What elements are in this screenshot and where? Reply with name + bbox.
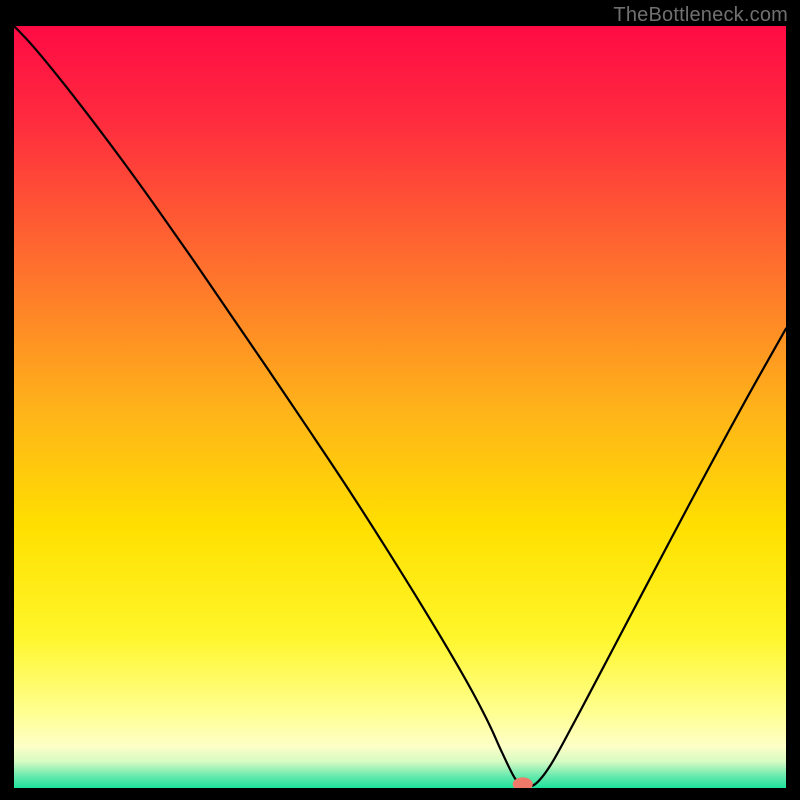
watermark-text: TheBottleneck.com — [613, 4, 788, 27]
chart-frame: TheBottleneck.com — [0, 0, 800, 800]
bottleneck-chart — [14, 26, 786, 788]
chart-background — [14, 26, 786, 788]
